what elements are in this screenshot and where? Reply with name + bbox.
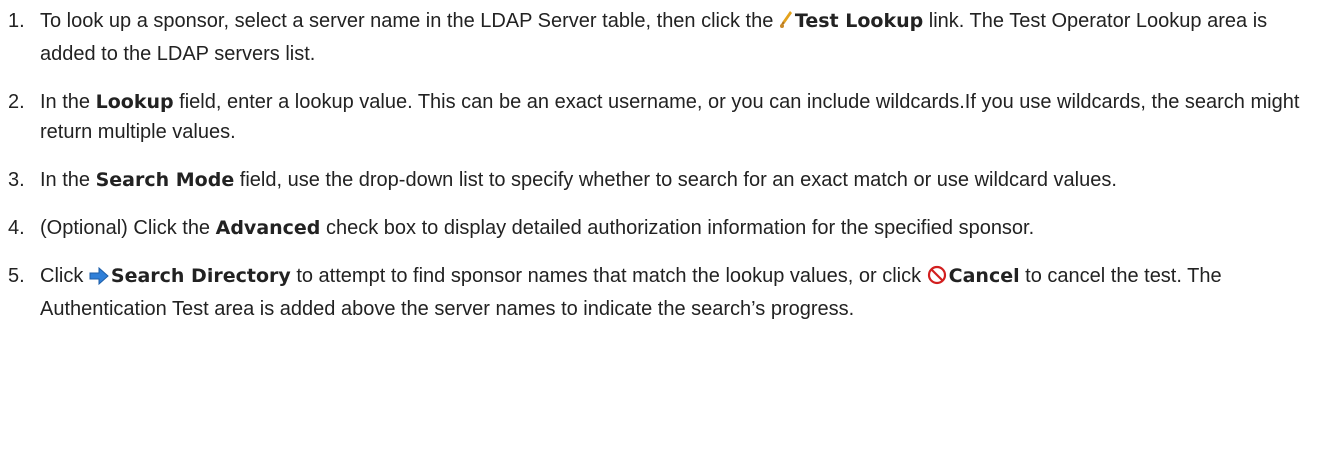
test-lookup-icon [779, 9, 793, 39]
step-text: Click [40, 265, 89, 287]
step-number: 2. [8, 91, 25, 113]
test-lookup-label: Test Lookup [794, 10, 924, 32]
lookup-label: Lookup [95, 91, 174, 113]
step-text: To look up a sponsor, select a server na… [40, 10, 779, 32]
step-5: 5. Click Search Directory to attempt to … [0, 261, 1325, 324]
step-4: 4. (Optional) Click the Advanced check b… [0, 213, 1325, 243]
step-text: to attempt to find sponsor names that ma… [290, 265, 927, 287]
step-text: In the [40, 169, 96, 191]
step-text: field, use the drop-down list to specify… [234, 169, 1117, 191]
step-number: 3. [8, 169, 25, 191]
procedure-steps: 1. To look up a sponsor, select a server… [0, 0, 1325, 324]
step-2: 2. In the Lookup field, enter a lookup v… [0, 87, 1325, 147]
step-1: 1. To look up a sponsor, select a server… [0, 6, 1325, 69]
step-number: 4. [8, 217, 25, 239]
step-number: 5. [8, 265, 25, 287]
step-number: 1. [8, 10, 25, 32]
step-text: check box to display detailed authorizat… [320, 217, 1035, 239]
step-text: (Optional) Click the [40, 217, 216, 239]
step-3: 3. In the Search Mode field, use the dro… [0, 165, 1325, 195]
cancel-icon [927, 264, 947, 294]
search-directory-label: Search Directory [110, 265, 291, 287]
step-text: In the [40, 91, 96, 113]
step-text: field, enter a lookup value. This can be… [40, 91, 1300, 143]
advanced-label: Advanced [215, 217, 321, 239]
arrow-right-icon [89, 264, 109, 294]
search-mode-label: Search Mode [95, 169, 235, 191]
cancel-label: Cancel [948, 265, 1020, 287]
